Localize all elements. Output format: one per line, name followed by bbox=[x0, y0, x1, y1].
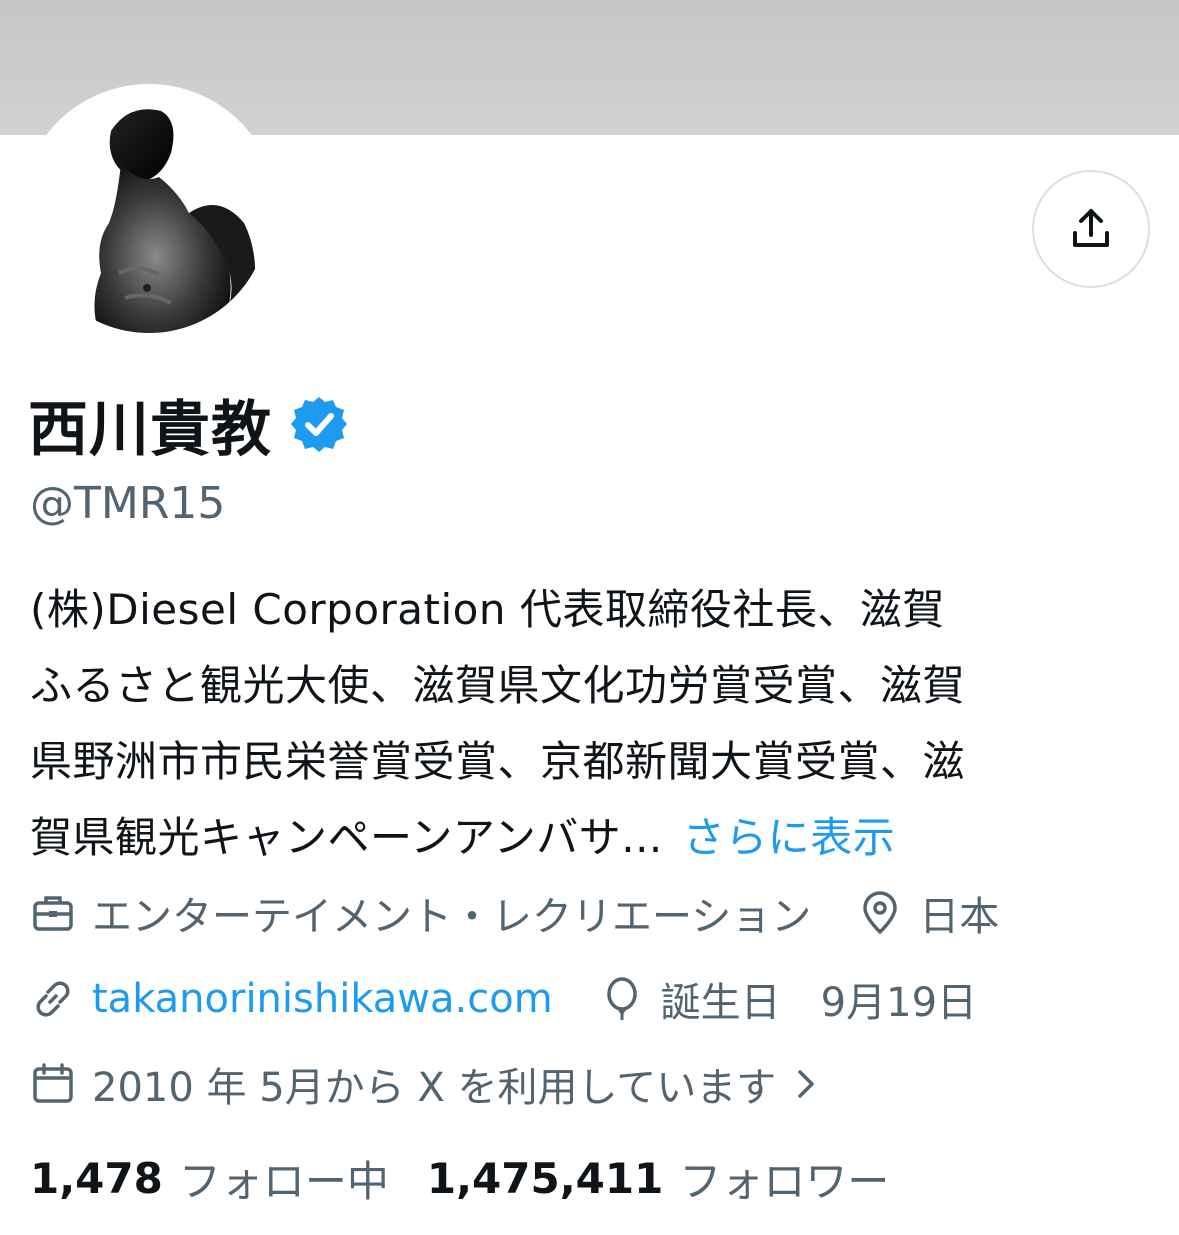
followers-count: 1,475,411 bbox=[426, 1154, 664, 1203]
birthday-item: 誕生日 9月19日 bbox=[599, 970, 977, 1028]
website-link[interactable]: takanorinishikawa.com bbox=[92, 976, 553, 1022]
briefcase-icon bbox=[33, 896, 73, 931]
location-text: 日本 bbox=[919, 894, 1000, 940]
bio-line: 賀県観光キャンペーンアンバサ... bbox=[30, 813, 663, 862]
joined-text: 2010 年 5月から X を利用しています bbox=[92, 1065, 777, 1111]
profile-bio: (株)Diesel Corporation 代表取締役社長、滋賀 ふるさと観光大… bbox=[30, 572, 1150, 876]
location-pin-icon bbox=[863, 891, 897, 934]
birthday-text: 誕生日 9月19日 bbox=[660, 980, 978, 1026]
website-item[interactable]: takanorinishikawa.com bbox=[30, 976, 553, 1022]
bio-line: (株)Diesel Corporation 代表取締役社長、滋賀 bbox=[30, 585, 945, 634]
meta-row-link-birthday: takanorinishikawa.com 誕生日 9月19日 bbox=[30, 970, 977, 1028]
chevron-right-icon bbox=[798, 1070, 815, 1098]
balloon-icon bbox=[606, 977, 637, 1020]
following-count: 1,478 bbox=[30, 1154, 163, 1203]
share-icon bbox=[1073, 209, 1109, 247]
following-stat[interactable]: 1,478 フォロー中 bbox=[30, 1148, 389, 1209]
bio-line: ふるさと観光大使、滋賀県文化功労賞受賞、滋賀 bbox=[30, 661, 966, 710]
category-text: エンターテイメント・レクリエーション bbox=[92, 894, 812, 940]
location-item: 日本 bbox=[857, 884, 999, 942]
calendar-icon bbox=[33, 1063, 73, 1103]
follow-stats: 1,478 フォロー中 1,475,411 フォロワー bbox=[30, 1148, 889, 1209]
link-icon bbox=[36, 981, 70, 1017]
name-row: 西川貴教 bbox=[28, 383, 348, 465]
verified-badge-icon[interactable] bbox=[290, 395, 348, 453]
profile-avatar[interactable] bbox=[20, 84, 278, 342]
followers-stat[interactable]: 1,475,411 フォロワー bbox=[427, 1148, 890, 1209]
meta-row-category-location: エンターテイメント・レクリエーション 日本 bbox=[30, 884, 999, 942]
bio-line: 県野洲市市民栄誉賞受賞、京都新聞大賞受賞、滋 bbox=[30, 737, 966, 786]
username-handle: @TMR15 bbox=[30, 478, 226, 529]
avatar-photo bbox=[29, 93, 269, 333]
followers-label: フォロワー bbox=[679, 1157, 890, 1206]
share-button[interactable] bbox=[1032, 170, 1150, 288]
following-label: フォロー中 bbox=[178, 1157, 389, 1206]
display-name: 西川貴教 bbox=[28, 394, 272, 465]
joined-row[interactable]: 2010 年 5月から X を利用しています bbox=[30, 1055, 818, 1113]
category-item: エンターテイメント・レクリエーション bbox=[30, 884, 811, 942]
bio-last-line: 賀県観光キャンペーンアンバサ... さらに表示 bbox=[30, 800, 1150, 876]
show-more-link[interactable]: さらに表示 bbox=[683, 813, 896, 862]
